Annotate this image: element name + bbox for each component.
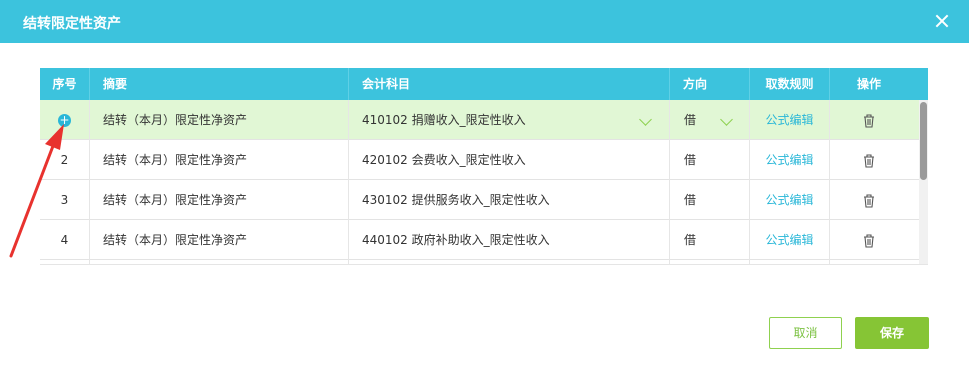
summary-cell[interactable]: 结转（本月）限定性净资产 bbox=[90, 140, 349, 180]
dialog-titlebar: 结转限定性资产 bbox=[0, 0, 969, 43]
save-button[interactable]: 保存 bbox=[855, 317, 929, 349]
table-row[interactable]: 3 结转（本月）限定性净资产 430102 提供服务收入_限定性收入 借 公式编… bbox=[40, 180, 928, 220]
action-cell bbox=[830, 180, 908, 220]
header-direction: 方向 bbox=[670, 68, 750, 100]
account-cell[interactable]: 430102 提供服务收入_限定性收入 bbox=[349, 180, 670, 220]
action-cell bbox=[830, 220, 908, 260]
header-rule: 取数规则 bbox=[750, 68, 830, 100]
vertical-scrollbar[interactable] bbox=[919, 100, 928, 264]
cancel-button[interactable]: 取消 bbox=[769, 317, 842, 349]
rule-cell: 公式编辑 bbox=[750, 140, 830, 180]
direction-cell[interactable]: 借 bbox=[670, 180, 750, 220]
trash-icon[interactable] bbox=[863, 113, 875, 128]
direction-value: 借 bbox=[684, 113, 697, 127]
direction-select[interactable]: 借 bbox=[670, 100, 750, 140]
summary-cell[interactable]: 结转（本月）限定性净资产 bbox=[90, 220, 349, 260]
plus-circle-icon[interactable]: + bbox=[58, 114, 71, 127]
chevron-down-icon[interactable] bbox=[639, 113, 652, 126]
header-index: 序号 bbox=[40, 68, 90, 100]
formula-edit-link[interactable]: 公式编辑 bbox=[765, 113, 813, 127]
scrollbar-thumb[interactable] bbox=[920, 102, 927, 180]
summary-cell[interactable]: 结转（本月）限定性净资产 bbox=[90, 100, 349, 140]
header-summary: 摘要 bbox=[90, 68, 349, 100]
row-index-cell: + bbox=[40, 100, 90, 140]
formula-edit-link[interactable]: 公式编辑 bbox=[765, 153, 813, 167]
action-cell bbox=[830, 140, 908, 180]
account-select[interactable]: 410102 捐赠收入_限定性收入 bbox=[349, 100, 670, 140]
header-account: 会计科目 bbox=[349, 68, 670, 100]
rule-cell: 公式编辑 bbox=[750, 220, 830, 260]
account-cell[interactable]: 440102 政府补助收入_限定性收入 bbox=[349, 220, 670, 260]
dialog-title: 结转限定性资产 bbox=[23, 16, 121, 32]
row-index: 4 bbox=[40, 220, 90, 260]
trash-icon[interactable] bbox=[863, 153, 875, 168]
table-header: 序号 摘要 会计科目 方向 取数规则 操作 bbox=[40, 68, 928, 100]
formula-edit-link[interactable]: 公式编辑 bbox=[765, 233, 813, 247]
action-cell bbox=[830, 100, 908, 140]
account-value: 410102 捐赠收入_限定性收入 bbox=[362, 113, 526, 127]
chevron-down-icon[interactable] bbox=[720, 113, 733, 126]
account-cell[interactable]: 420102 会费收入_限定性收入 bbox=[349, 140, 670, 180]
rules-table: 序号 摘要 会计科目 方向 取数规则 操作 + 结转（本月）限定性净资产 410… bbox=[40, 68, 928, 265]
formula-edit-link[interactable]: 公式编辑 bbox=[765, 193, 813, 207]
direction-cell[interactable]: 借 bbox=[670, 220, 750, 260]
table-row-partial bbox=[40, 260, 928, 264]
table-row[interactable]: 2 结转（本月）限定性净资产 420102 会费收入_限定性收入 借 公式编辑 bbox=[40, 140, 928, 180]
trash-icon[interactable] bbox=[863, 233, 875, 248]
direction-cell[interactable]: 借 bbox=[670, 140, 750, 180]
header-action: 操作 bbox=[856, 77, 881, 91]
rule-cell: 公式编辑 bbox=[750, 100, 830, 140]
trash-icon[interactable] bbox=[863, 193, 875, 208]
table-row[interactable]: + 结转（本月）限定性净资产 410102 捐赠收入_限定性收入 借 公式编辑 bbox=[40, 100, 928, 140]
row-index: 3 bbox=[40, 180, 90, 220]
table-row[interactable]: 4 结转（本月）限定性净资产 440102 政府补助收入_限定性收入 借 公式编… bbox=[40, 220, 928, 260]
row-index: 2 bbox=[40, 140, 90, 180]
rule-cell: 公式编辑 bbox=[750, 180, 830, 220]
summary-cell[interactable]: 结转（本月）限定性净资产 bbox=[90, 180, 349, 220]
close-icon[interactable] bbox=[935, 14, 949, 28]
